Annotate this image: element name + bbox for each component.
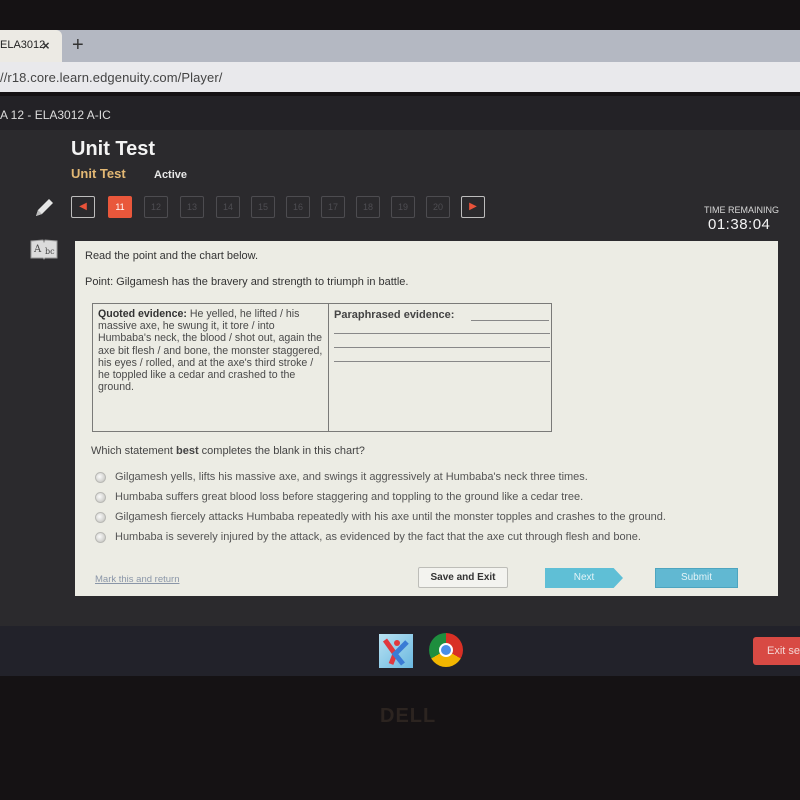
- quoted-evidence-text: He yelled, he lifted / his massive axe, …: [98, 308, 323, 394]
- question-footer: Mark this and return Save and Exit Next …: [75, 559, 778, 596]
- question-text: Which statement best completes the blank…: [91, 445, 365, 457]
- instruction-text: Read the point and the chart below.: [85, 250, 259, 262]
- blank-line: [334, 347, 550, 348]
- option-text[interactable]: Gilgamesh yells, lifts his massive axe, …: [115, 471, 588, 483]
- option-text[interactable]: Humbaba is severely injured by the attac…: [115, 531, 641, 543]
- submit-button[interactable]: Submit: [655, 568, 738, 588]
- test-player: A 12 - ELA3012 A-IC Unit Test Unit Test …: [0, 96, 800, 626]
- question-button[interactable]: 15: [251, 196, 275, 218]
- blank-line: [334, 361, 550, 362]
- close-tab-icon[interactable]: ×: [42, 38, 50, 53]
- tab-title: ELA3012: [0, 39, 46, 51]
- edgenuity-app-icon[interactable]: [379, 634, 413, 668]
- save-and-exit-button[interactable]: Save and Exit: [418, 567, 508, 588]
- next-button[interactable]: Next: [545, 568, 623, 588]
- course-title: A 12 - ELA3012 A-IC: [0, 108, 111, 122]
- radio-button[interactable]: [95, 512, 106, 523]
- paraphrased-evidence-cell: Paraphrased evidence:: [329, 304, 551, 431]
- exit-session-button[interactable]: Exit ses: [753, 637, 800, 665]
- radio-button[interactable]: [95, 472, 106, 483]
- activity-title: Unit Test: [71, 166, 126, 181]
- question-button[interactable]: 12: [144, 196, 168, 218]
- question-button[interactable]: 16: [286, 196, 310, 218]
- chrome-icon[interactable]: [429, 633, 463, 667]
- status-label: Active: [154, 169, 188, 181]
- quoted-evidence-cell: Quoted evidence: He yelled, he lifted / …: [93, 304, 329, 431]
- question-panel: Read the point and the chart below. Poin…: [75, 241, 778, 596]
- dell-logo: DELL: [380, 705, 437, 727]
- page-title: Unit Test: [71, 138, 156, 160]
- timer-value: 01:38:04: [708, 216, 771, 233]
- chrome-center: [439, 643, 453, 657]
- timer-label: TIME REMAINING: [704, 205, 780, 215]
- paraphrased-evidence-label: Paraphrased evidence:: [334, 309, 455, 321]
- question-button[interactable]: 20: [426, 196, 450, 218]
- next-question-button[interactable]: ▶: [461, 196, 485, 218]
- url-text[interactable]: //r18.core.learn.edgenuity.com/Player/: [0, 70, 223, 85]
- point-text: Point: Gilgamesh has the bravery and str…: [85, 276, 409, 288]
- edgenuity-logo-icon: [382, 638, 409, 666]
- evidence-chart: Quoted evidence: He yelled, he lifted / …: [92, 303, 552, 432]
- quoted-evidence-label: Quoted evidence:: [98, 308, 187, 320]
- browser-tab[interactable]: ELA3012 ×: [0, 30, 62, 64]
- radio-button[interactable]: [95, 492, 106, 503]
- radio-button[interactable]: [95, 532, 106, 543]
- question-prefix: Which statement: [91, 445, 176, 457]
- address-bar[interactable]: //r18.core.learn.edgenuity.com/Player/: [0, 62, 800, 92]
- question-button-current[interactable]: 11: [108, 196, 132, 218]
- svg-text:bc: bc: [45, 247, 55, 256]
- course-bar: A 12 - ELA3012 A-IC: [0, 96, 800, 130]
- dictionary-icon[interactable]: A bc: [30, 238, 58, 260]
- mark-and-return-link[interactable]: Mark this and return: [95, 574, 179, 585]
- pencil-icon[interactable]: [32, 196, 56, 220]
- blank-line: [334, 333, 550, 334]
- screen: ELA3012 × + //r18.core.learn.edgenuity.c…: [0, 0, 800, 800]
- svg-text:A: A: [33, 244, 42, 255]
- question-button[interactable]: 19: [391, 196, 415, 218]
- new-tab-icon[interactable]: +: [72, 34, 84, 57]
- question-suffix: completes the blank in this chart?: [198, 445, 365, 457]
- blank-line: [471, 320, 549, 321]
- question-emphasis: best: [175, 445, 199, 457]
- option-text[interactable]: Gilgamesh fiercely attacks Humbaba repea…: [115, 511, 666, 523]
- question-button[interactable]: 18: [356, 196, 380, 218]
- previous-question-button[interactable]: ◀: [71, 196, 95, 218]
- taskbar: Exit ses: [0, 626, 800, 676]
- option-text[interactable]: Humbaba suffers great blood loss before …: [115, 491, 583, 503]
- question-button[interactable]: 14: [216, 196, 240, 218]
- question-button[interactable]: 13: [180, 196, 204, 218]
- browser-tab-bar: ELA3012 × +: [0, 30, 800, 64]
- question-button[interactable]: 17: [321, 196, 345, 218]
